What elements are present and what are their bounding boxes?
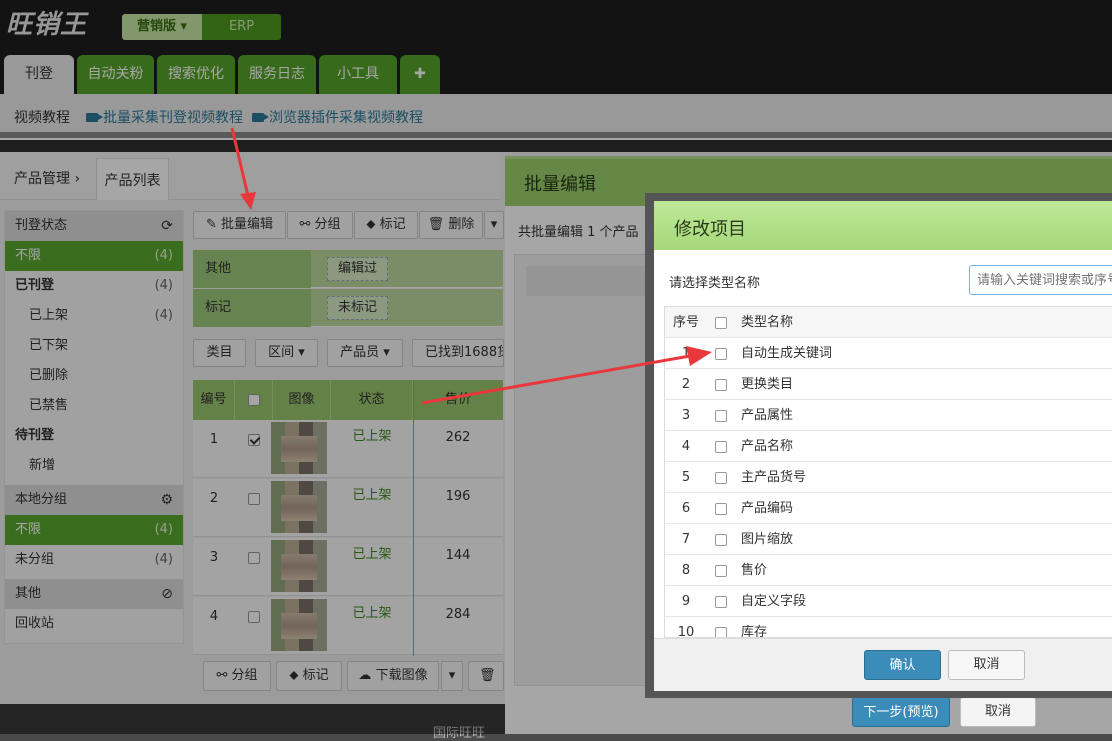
item-no: 8 xyxy=(681,563,691,578)
list-item[interactable]: 10 库存 xyxy=(665,617,1112,638)
list-item[interactable]: 3 产品属性 xyxy=(665,400,1112,431)
next-preview-button[interactable]: 下一步(预览) xyxy=(852,697,950,727)
item-checkbox-cell[interactable] xyxy=(715,586,727,617)
type-select-all-cell[interactable] xyxy=(715,307,727,338)
item-no: 2 xyxy=(681,377,691,392)
item-checkbox-cell[interactable] xyxy=(715,493,727,524)
item-checkbox-cell[interactable] xyxy=(715,555,727,586)
modify-cancel-button[interactable]: 取消 xyxy=(948,650,1025,680)
item-checkbox-cell[interactable] xyxy=(715,617,727,637)
item-checkbox-cell[interactable] xyxy=(715,400,727,431)
item-checkbox-cell[interactable] xyxy=(715,431,727,462)
list-item[interactable]: 8 售价 xyxy=(665,555,1112,586)
item-name: 更换类目 xyxy=(741,377,794,392)
item-checkbox[interactable] xyxy=(715,347,727,360)
item-name: 产品编码 xyxy=(741,501,794,516)
item-no: 6 xyxy=(681,501,691,516)
col-no: 序号 xyxy=(672,315,699,330)
item-checkbox[interactable] xyxy=(715,533,727,546)
item-checkbox[interactable] xyxy=(715,409,727,422)
item-checkbox[interactable] xyxy=(715,471,727,484)
item-name: 产品名称 xyxy=(741,439,794,454)
list-item[interactable]: 9 自定义字段 xyxy=(665,586,1112,617)
item-checkbox-cell[interactable] xyxy=(715,369,727,400)
modify-dialog-title: 修改项目 xyxy=(674,219,746,240)
item-no: 10 xyxy=(677,625,695,638)
item-name: 售价 xyxy=(741,563,768,578)
list-item[interactable]: 4 产品名称 xyxy=(665,431,1112,462)
item-checkbox[interactable] xyxy=(715,440,727,453)
confirm-button[interactable]: 确认 xyxy=(864,650,941,680)
item-checkbox-cell[interactable] xyxy=(715,462,727,493)
item-name: 自动生成关键词 xyxy=(741,346,833,361)
item-name: 自定义字段 xyxy=(741,594,807,609)
item-name: 库存 xyxy=(741,625,768,638)
list-item[interactable]: 6 产品编码 xyxy=(665,493,1112,524)
item-checkbox[interactable] xyxy=(715,564,727,577)
item-checkbox[interactable] xyxy=(715,626,727,637)
type-search-input[interactable] xyxy=(969,265,1112,295)
item-checkbox-cell[interactable] xyxy=(715,338,727,369)
item-no: 5 xyxy=(681,470,691,485)
item-no: 4 xyxy=(681,439,691,454)
col-type-name: 类型名称 xyxy=(741,315,794,330)
item-name: 主产品货号 xyxy=(741,470,807,485)
item-checkbox[interactable] xyxy=(715,595,727,608)
select-type-label: 请选择类型名称 xyxy=(669,276,761,291)
batch-edit-cancel-button[interactable]: 取消 xyxy=(960,697,1036,727)
item-checkbox[interactable] xyxy=(715,502,727,515)
type-list-table: 序号 类型名称 1 自动生成关键词 2 更换类目 3 产品属性 4 产品名称 5 主产品货… xyxy=(664,306,1112,638)
item-checkbox[interactable] xyxy=(715,378,727,391)
list-item[interactable]: 5 主产品货号 xyxy=(665,462,1112,493)
list-item[interactable]: 1 自动生成关键词 xyxy=(665,338,1112,369)
list-item[interactable]: 2 更换类目 xyxy=(665,369,1112,400)
app-root: 旺销王 营销版 ▾ ERP 刊登 自动关粉 搜索优化 服务日志 小工具 ✚ 视频… xyxy=(0,0,1112,741)
list-item[interactable]: 7 图片缩放 xyxy=(665,524,1112,555)
item-no: 7 xyxy=(681,532,691,547)
type-select-all-checkbox[interactable] xyxy=(715,316,727,329)
item-no: 3 xyxy=(681,408,691,423)
item-checkbox-cell[interactable] xyxy=(715,524,727,555)
item-no: 9 xyxy=(681,594,691,609)
item-name: 图片缩放 xyxy=(741,532,794,547)
type-list-header: 序号 类型名称 xyxy=(665,307,1112,338)
item-name: 产品属性 xyxy=(741,408,794,423)
item-no: 1 xyxy=(681,346,691,361)
